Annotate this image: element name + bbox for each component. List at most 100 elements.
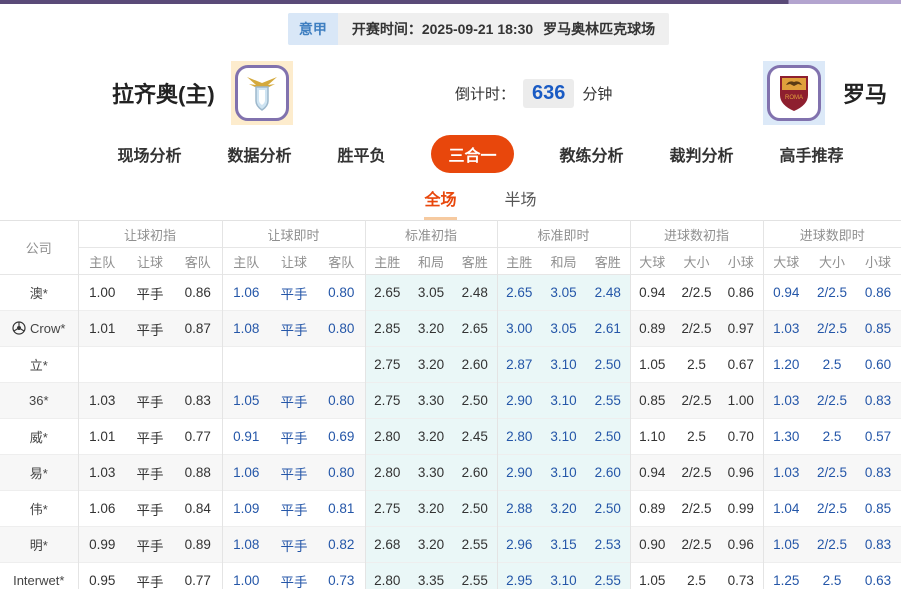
nav-tab-0[interactable]: 现场分析 [117,142,181,166]
odds-cell: 3.20 [541,491,586,527]
odds-cell: 3.10 [541,419,586,455]
table-row: 立*2.753.202.602.873.102.501.052.50.671.2… [0,347,901,383]
odds-cell: 2.55 [453,527,497,563]
subcol-header: 和局 [409,248,453,275]
odds-cell: 2.55 [586,563,630,589]
odds-cell [270,347,318,383]
odds-cell: 0.94 [763,275,809,311]
company-cell: 明* [0,527,78,563]
odds-cell: 0.83 [174,383,222,419]
nav-tabs: 现场分析 数据分析 胜平负 三合一 教练分析 裁判分析 高手推荐 [0,135,901,173]
odds-cell: 0.83 [855,455,901,491]
odds-cell: 3.20 [409,419,453,455]
odds-cell: 1.06 [222,275,270,311]
odds-cell: 2/2.5 [674,491,719,527]
nav-tab-3[interactable]: 三合一 [431,135,513,173]
odds-cell: 0.89 [174,527,222,563]
odds-cell: 平手 [270,275,318,311]
odds-cell: 2.80 [365,419,409,455]
nav-tab-6[interactable]: 高手推荐 [780,142,844,166]
table-row: 易*1.03平手0.881.06平手0.802.803.302.602.903.… [0,455,901,491]
scope-tabs: 全场 半场 [0,186,901,220]
away-team-logo: ROMA [763,61,825,125]
odds-cell: 3.15 [541,527,586,563]
odds-cell: 平手 [270,491,318,527]
odds-cell: 2.60 [453,347,497,383]
odds-cell: 0.90 [630,527,674,563]
odds-cell: 0.86 [855,275,901,311]
company-cell: Crow* [0,311,78,347]
odds-cell: 1.00 [78,275,126,311]
odds-cell: 2.50 [586,491,630,527]
nav-tab-1[interactable]: 数据分析 [227,142,291,166]
nav-tab-5[interactable]: 裁判分析 [670,142,734,166]
odds-cell: 3.30 [409,455,453,491]
odds-cell: 2.5 [809,347,855,383]
odds-cell: 0.83 [855,383,901,419]
group-header-3: 标准即时 [497,221,630,248]
group-header-2: 标准初指 [365,221,497,248]
kickoff-time: 开赛时间：2025-09-21 18:30 [352,19,533,39]
odds-cell: 0.94 [630,275,674,311]
odds-cell: 2.75 [365,347,409,383]
odds-cell: 平手 [126,455,174,491]
odds-cell: 1.30 [763,419,809,455]
odds-cell: 2.55 [453,563,497,589]
odds-cell: 2.90 [497,455,541,491]
odds-cell: 1.03 [78,455,126,491]
odds-cell: 2/2.5 [674,275,719,311]
group-header-5: 进球数即时 [763,221,901,248]
odds-cell: 0.67 [719,347,763,383]
odds-cell: 0.96 [719,527,763,563]
odds-cell: 1.01 [78,419,126,455]
odds-cell: 1.10 [630,419,674,455]
league-badge: 意甲 [288,13,338,45]
odds-cell: 平手 [270,383,318,419]
odds-cell: 1.05 [763,527,809,563]
table-row: Crow*1.01平手0.871.08平手0.802.853.202.653.0… [0,311,901,347]
company-cell: 澳* [0,275,78,311]
odds-cell: 0.57 [855,419,901,455]
subcol-header: 让球 [126,248,174,275]
odds-cell: 2.5 [674,563,719,589]
odds-cell: 0.95 [78,563,126,589]
odds-cell: 2.65 [497,275,541,311]
odds-table-head: 公司让球初指让球即时标准初指标准即时进球数初指进球数即时主队让球客队主队让球客队… [0,221,901,275]
odds-cell: 2.48 [586,275,630,311]
table-row: 伟*1.06平手0.841.09平手0.812.753.202.502.883.… [0,491,901,527]
scope-tab-1[interactable]: 半场 [505,186,537,220]
odds-cell: 2.5 [809,563,855,589]
odds-cell: 3.00 [497,311,541,347]
group-header-0: 让球初指 [78,221,222,248]
odds-cell: 2.50 [453,491,497,527]
away-team: ROMA 罗马 [763,61,887,125]
scope-tab-0[interactable]: 全场 [424,186,456,220]
odds-cell: 0.89 [630,311,674,347]
company-cell: Interwet* [0,563,78,589]
group-header-4: 进球数初指 [630,221,763,248]
odds-table: 公司让球初指让球即时标准初指标准即时进球数初指进球数即时主队让球客队主队让球客队… [0,220,901,589]
company-cell: 36* [0,383,78,419]
odds-cell: 0.85 [855,311,901,347]
odds-cell: 平手 [126,383,174,419]
odds-cell: 0.73 [318,563,365,589]
nav-tab-2[interactable]: 胜平负 [337,142,385,166]
odds-cell [174,347,222,383]
subcol-header: 和局 [541,248,586,275]
odds-cell: 2/2.5 [809,527,855,563]
lazio-eagle-icon [243,73,281,113]
odds-cell: 1.20 [763,347,809,383]
odds-cell: 0.60 [855,347,901,383]
odds-cell: 3.10 [541,347,586,383]
odds-cell: 1.05 [630,347,674,383]
company-cell: 立* [0,347,78,383]
odds-cell: 0.97 [719,311,763,347]
nav-tab-4[interactable]: 教练分析 [560,142,624,166]
table-row: 明*0.99平手0.891.08平手0.822.683.202.552.963.… [0,527,901,563]
odds-cell: 1.03 [763,311,809,347]
odds-cell: 3.35 [409,563,453,589]
away-team-name: 罗马 [843,77,887,109]
odds-cell: 平手 [270,419,318,455]
odds-cell: 2.60 [453,455,497,491]
company-cell: 伟* [0,491,78,527]
